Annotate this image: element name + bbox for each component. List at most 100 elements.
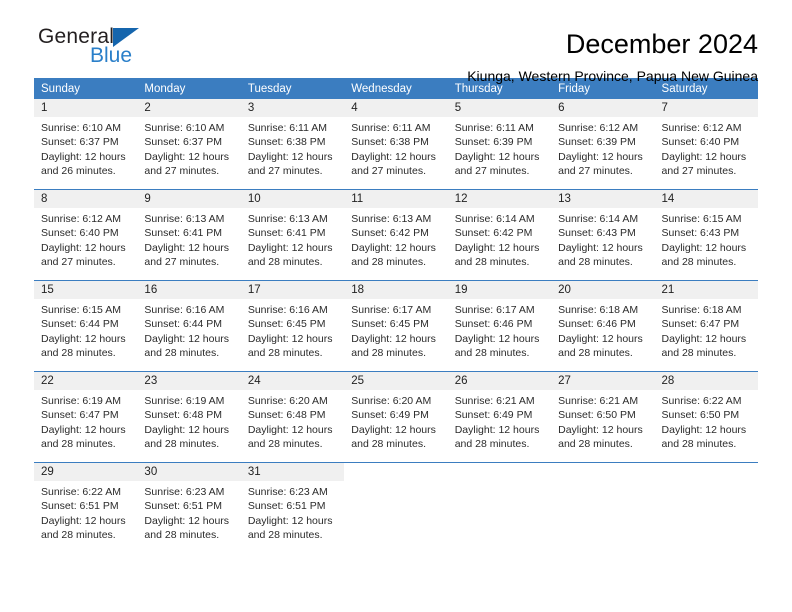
daylight-text-line1: Daylight: 12 hours — [144, 241, 230, 254]
sunset-text: Sunset: 6:46 PM — [454, 318, 533, 331]
daylight-text-line2: and 27 minutes. — [247, 165, 323, 178]
calendar-grid: Sunday Monday Tuesday Wednesday Thursday… — [34, 78, 758, 553]
day-cell[interactable]: 1 Sunrise: 6:10 AM Sunset: 6:37 PM Daylight… — [34, 99, 138, 189]
day-details: Sunrise: 6:17 AM Sunset: 6:45 PM Daylight:… — [344, 299, 447, 361]
sunrise-text: Sunrise: 6:21 AM — [454, 395, 535, 407]
day-number: 15 — [34, 281, 138, 299]
day-cell[interactable]: 31 Sunrise: 6:23 AM Sunset: 6:51 PM Dayligh… — [240, 463, 345, 553]
sunset-text: Sunset: 6:51 PM — [41, 500, 119, 513]
day-cell[interactable]: 17 Sunrise: 6:16 AM Sunset: 6:45 PM Dayligh… — [240, 281, 345, 371]
day-cell[interactable]: 28 Sunrise: 6:22 AM Sunset: 6:50 PM Dayligh… — [654, 372, 758, 462]
daylight-text-line1: Daylight: 12 hours — [558, 241, 643, 254]
daylight-text-line1: Daylight: 12 hours — [144, 423, 230, 436]
day-number: 27 — [551, 372, 655, 390]
weekday-friday: Friday — [558, 83, 591, 95]
day-number: 2 — [137, 99, 241, 117]
daylight-text-line2: and 28 minutes. — [247, 438, 323, 451]
day-cell[interactable]: 3 Sunrise: 6:11 AM Sunset: 6:38 PM Daylight… — [240, 99, 345, 189]
day-cell[interactable]: 14 Sunrise: 6:15 AM Sunset: 6:43 PM Dayligh… — [654, 190, 758, 280]
day-cell[interactable]: 8 Sunrise: 6:12 AM Sunset: 6:40 PM Daylight… — [34, 190, 138, 280]
day-cell[interactable]: 12 Sunrise: 6:14 AM Sunset: 6:42 PM Dayligh… — [447, 190, 552, 280]
day-cell[interactable]: 13 Sunrise: 6:14 AM Sunset: 6:43 PM Dayligh… — [551, 190, 655, 280]
day-details: Sunrise: 6:11 AM Sunset: 6:38 PM Daylight:… — [241, 117, 344, 179]
logo-text-blue: Blue — [90, 44, 133, 67]
day-number: 25 — [344, 372, 448, 390]
day-details: Sunrise: 6:17 AM Sunset: 6:46 PM Daylight:… — [448, 299, 551, 361]
day-cell[interactable]: 23 Sunrise: 6:19 AM Sunset: 6:48 PM Dayligh… — [137, 372, 241, 462]
daylight-text-line1: Daylight: 12 hours — [661, 150, 747, 163]
daylight-text-line2: and 28 minutes. — [247, 256, 323, 269]
day-details: Sunrise: 6:20 AM Sunset: 6:48 PM Daylight:… — [241, 390, 344, 452]
sunset-text: Sunset: 6:48 PM — [247, 409, 326, 422]
calendar-page: General Blue December 2024 Kiunga, Weste… — [0, 0, 792, 612]
daylight-text-line2: and 28 minutes. — [144, 438, 220, 451]
sunrise-text: Sunrise: 6:19 AM — [41, 395, 121, 407]
page-title: December 2024 — [565, 29, 758, 59]
sunset-text: Sunset: 6:43 PM — [661, 227, 740, 240]
calendar-week-row: 15 Sunrise: 6:15 AM Sunset: 6:44 PM Dayligh… — [34, 280, 758, 371]
sunrise-text: Sunrise: 6:18 AM — [661, 304, 742, 316]
day-details: Sunrise: 6:12 AM Sunset: 6:40 PM Daylight:… — [34, 208, 137, 270]
day-cell[interactable]: 27 Sunrise: 6:21 AM Sunset: 6:50 PM Dayligh… — [551, 372, 655, 462]
calendar-weeks: 1 Sunrise: 6:10 AM Sunset: 6:37 PM Daylight… — [34, 99, 758, 553]
day-number: 31 — [240, 463, 345, 481]
day-cell[interactable]: 19 Sunrise: 6:17 AM Sunset: 6:46 PM Dayligh… — [447, 281, 552, 371]
day-details: Sunrise: 6:19 AM Sunset: 6:48 PM Daylight:… — [137, 390, 240, 452]
day-details — [551, 481, 654, 485]
day-cell[interactable]: 6 Sunrise: 6:12 AM Sunset: 6:39 PM Daylight… — [551, 99, 655, 189]
day-cell[interactable]: 25 Sunrise: 6:20 AM Sunset: 6:49 PM Dayligh… — [344, 372, 448, 462]
daylight-text-line2: and 28 minutes. — [558, 347, 633, 360]
weekday-thursday: Thursday — [454, 83, 503, 95]
sunset-text: Sunset: 6:39 PM — [454, 136, 533, 149]
daylight-text-line1: Daylight: 12 hours — [454, 241, 540, 254]
sunrise-text: Sunrise: 6:10 AM — [41, 122, 121, 134]
day-number: 12 — [447, 190, 552, 208]
day-cell[interactable]: 30 Sunrise: 6:23 AM Sunset: 6:51 PM Dayligh… — [137, 463, 241, 553]
day-cell[interactable]: 22 Sunrise: 6:19 AM Sunset: 6:47 PM Dayligh… — [34, 372, 138, 462]
daylight-text-line2: and 28 minutes. — [144, 347, 220, 360]
general-blue-logo[interactable]: General Blue — [34, 26, 194, 78]
day-cell[interactable]: 9 Sunrise: 6:13 AM Sunset: 6:41 PM Daylight… — [137, 190, 241, 280]
day-cell[interactable]: 29 Sunrise: 6:22 AM Sunset: 6:51 PM Dayligh… — [34, 463, 138, 553]
daylight-text-line2: and 28 minutes. — [144, 529, 220, 542]
day-number: 26 — [447, 372, 552, 390]
day-cell[interactable]: 18 Sunrise: 6:17 AM Sunset: 6:45 PM Dayligh… — [344, 281, 448, 371]
day-number: 4 — [344, 99, 448, 117]
sunset-text: Sunset: 6:48 PM — [144, 409, 223, 422]
day-details: Sunrise: 6:16 AM Sunset: 6:45 PM Daylight:… — [241, 299, 344, 361]
day-cell[interactable]: 15 Sunrise: 6:15 AM Sunset: 6:44 PM Dayligh… — [34, 281, 138, 371]
day-cell[interactable]: 5 Sunrise: 6:11 AM Sunset: 6:39 PM Daylight… — [447, 99, 552, 189]
day-cell[interactable]: 26 Sunrise: 6:21 AM Sunset: 6:49 PM Dayligh… — [447, 372, 552, 462]
daylight-text-line2: and 28 minutes. — [454, 438, 530, 451]
day-cell[interactable]: 7 Sunrise: 6:12 AM Sunset: 6:40 PM Daylight… — [654, 99, 758, 189]
day-number: 13 — [551, 190, 655, 208]
day-details: Sunrise: 6:14 AM Sunset: 6:42 PM Daylight:… — [448, 208, 551, 270]
day-number: 5 — [447, 99, 552, 117]
day-cell[interactable]: 4 Sunrise: 6:11 AM Sunset: 6:38 PM Daylight… — [344, 99, 448, 189]
day-number: 1 — [34, 99, 138, 117]
day-number: 17 — [240, 281, 345, 299]
sunrise-text: Sunrise: 6:12 AM — [558, 122, 639, 134]
day-number: 23 — [137, 372, 241, 390]
day-cell[interactable]: 16 Sunrise: 6:16 AM Sunset: 6:44 PM Dayligh… — [137, 281, 241, 371]
day-cell-empty — [447, 463, 552, 553]
sunset-text: Sunset: 6:50 PM — [661, 409, 740, 422]
daylight-text-line2: and 27 minutes. — [41, 256, 116, 269]
sunset-text: Sunset: 6:43 PM — [558, 227, 636, 240]
day-details: Sunrise: 6:13 AM Sunset: 6:41 PM Daylight:… — [137, 208, 240, 270]
day-cell[interactable]: 2 Sunrise: 6:10 AM Sunset: 6:37 PM Daylight… — [137, 99, 241, 189]
day-number: 3 — [240, 99, 345, 117]
sunrise-text: Sunrise: 6:13 AM — [247, 213, 328, 225]
daylight-text-line1: Daylight: 12 hours — [351, 241, 436, 254]
sunrise-text: Sunrise: 6:22 AM — [41, 486, 121, 498]
day-cell[interactable]: 24 Sunrise: 6:20 AM Sunset: 6:48 PM Dayligh… — [240, 372, 345, 462]
weekday-header-row: Sunday Monday Tuesday Wednesday Thursday… — [34, 78, 758, 99]
calendar-week-row: 1 Sunrise: 6:10 AM Sunset: 6:37 PM Daylight… — [34, 99, 758, 189]
sunrise-text: Sunrise: 6:10 AM — [144, 122, 225, 134]
day-cell[interactable]: 11 Sunrise: 6:13 AM Sunset: 6:42 PM Dayligh… — [344, 190, 448, 280]
day-cell[interactable]: 10 Sunrise: 6:13 AM Sunset: 6:41 PM Dayligh… — [240, 190, 345, 280]
day-details: Sunrise: 6:12 AM Sunset: 6:39 PM Daylight:… — [551, 117, 654, 179]
day-cell[interactable]: 21 Sunrise: 6:18 AM Sunset: 6:47 PM Dayligh… — [654, 281, 758, 371]
daylight-text-line2: and 27 minutes. — [558, 165, 633, 178]
day-cell[interactable]: 20 Sunrise: 6:18 AM Sunset: 6:46 PM Dayligh… — [551, 281, 655, 371]
